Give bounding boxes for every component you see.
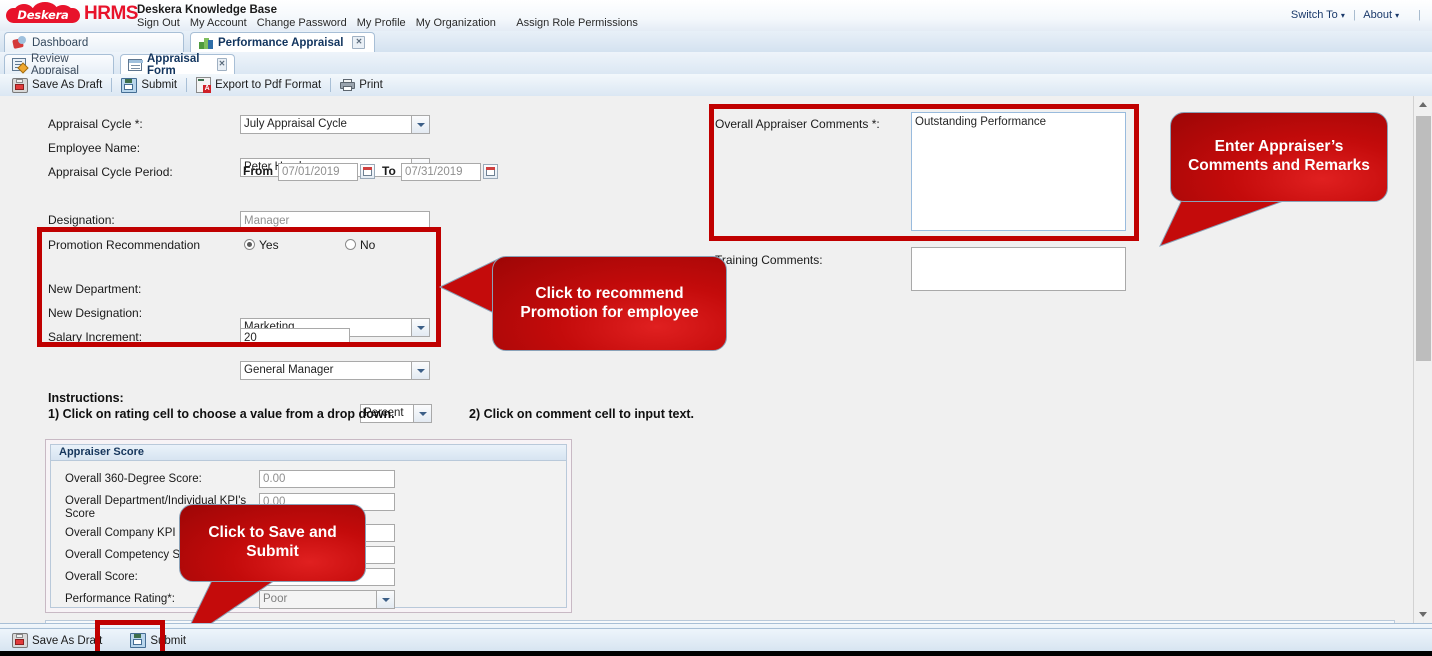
export-pdf-button[interactable]: Export to Pdf Format	[190, 76, 327, 94]
training-comments-textarea[interactable]	[911, 247, 1126, 291]
window-bottom-edge	[0, 651, 1432, 656]
print-button[interactable]: Print	[334, 76, 389, 94]
app-logo: Deskera HRMS	[6, 2, 138, 24]
nav-link-assign-role-permissions[interactable]: Assign Role Permissions	[516, 17, 638, 29]
app-title: Deskera Knowledge Base	[137, 4, 277, 16]
scrollbar-thumb[interactable]	[1416, 116, 1431, 361]
new-designation-value: General Manager	[244, 364, 334, 376]
appraisal-cycle-chevron-down-icon[interactable]	[411, 116, 429, 133]
export-pdf-label: Export to Pdf Format	[215, 79, 322, 91]
tab-performance-appraisal-close-icon[interactable]: ✕	[352, 36, 366, 49]
tab-appraisal-form[interactable]: Appraisal Form ✕	[120, 52, 235, 77]
performance-appraisal-icon	[199, 36, 213, 49]
tab-dashboard-label: Dashboard	[32, 36, 89, 49]
appraiser-comments-highlight-box	[709, 104, 1139, 241]
vertical-scrollbar[interactable]	[1413, 96, 1432, 623]
period-to-input[interactable]	[401, 163, 481, 181]
tab-dashboard[interactable]: Dashboard	[4, 32, 184, 52]
tab-performance-appraisal-label: Performance Appraisal	[218, 36, 344, 49]
toolbar-divider-1	[111, 78, 113, 92]
bottom-save-as-draft-button[interactable]: Save As Draft	[6, 632, 108, 650]
switch-to-chevron-down-icon[interactable]: ▾	[1341, 11, 1345, 20]
period-to-calendar-icon[interactable]	[483, 164, 498, 179]
tab-performance-appraisal[interactable]: Performance Appraisal ✕	[190, 32, 375, 52]
about-chevron-down-icon[interactable]: ▾	[1395, 11, 1399, 20]
print-label: Print	[359, 79, 383, 91]
save-as-draft-button[interactable]: Save As Draft	[6, 76, 108, 94]
period-to-label: To	[382, 164, 396, 178]
bottom-toolbar: Save As Draft Submit	[0, 628, 1432, 652]
training-comments-label: Training Comments:	[715, 253, 823, 267]
submit-icon	[121, 77, 138, 93]
callout-promotion: Click to recommend Promotion for employe…	[438, 253, 730, 358]
instructions-heading: Instructions:	[48, 391, 124, 405]
main-toolbar: Save As Draft Submit Export to Pdf Forma…	[0, 74, 1432, 97]
submit-label: Submit	[141, 79, 178, 91]
period-from-input[interactable]	[278, 163, 358, 181]
callout-appraiser-comments: Enter Appraiser’s Comments and Remarks	[1159, 106, 1400, 256]
appraisal-cycle-period-label: Appraisal Cycle Period:	[48, 165, 173, 179]
window-bottom-right-edge	[1414, 651, 1432, 656]
instructions-line-1: 1) Click on rating cell to choose a valu…	[48, 407, 395, 421]
new-designation-chevron-down-icon[interactable]	[411, 362, 429, 379]
primary-tab-bar: Dashboard Performance Appraisal ✕	[0, 31, 1432, 53]
tab-review-appraisal[interactable]: Review Appraisal	[4, 52, 114, 77]
nav-link-sign-out[interactable]: Sign Out	[137, 17, 180, 29]
designation-label: Designation:	[48, 213, 115, 227]
save-as-draft-label: Save As Draft	[32, 79, 103, 91]
about-menu[interactable]: About	[1363, 9, 1392, 21]
new-designation-select[interactable]: General Manager	[240, 361, 430, 380]
callout-save-submit-text: Click to Save and Submit	[179, 504, 366, 582]
score-row-label-4: Overall Score:	[65, 571, 138, 583]
logo-hrms-text: HRMS	[84, 3, 138, 24]
header-right-links: Switch To ▾ | About ▾ |	[1291, 9, 1426, 21]
deskera-cloud-logo-icon: Deskera	[6, 2, 80, 24]
secondary-tab-bar: Review Appraisal Appraisal Form ✕	[0, 52, 1432, 77]
period-from-calendar-icon[interactable]	[360, 164, 375, 179]
salary-increment-unit-chevron-down-icon[interactable]	[413, 405, 431, 422]
instructions-line-2: 2) Click on comment cell to input text.	[469, 407, 695, 421]
tab-appraisal-form-label: Appraisal Form	[147, 52, 200, 77]
nav-link-my-account[interactable]: My Account	[190, 17, 247, 29]
submit-button[interactable]: Submit	[115, 76, 183, 94]
appraisal-cycle-label: Appraisal Cycle *:	[48, 117, 143, 131]
employee-name-label: Employee Name:	[48, 141, 141, 155]
app-header: Deskera HRMS Deskera Knowledge Base Sign…	[0, 0, 1432, 32]
callout-save-submit: Click to Save and Submit	[176, 502, 386, 623]
nav-link-change-password[interactable]: Change Password	[257, 17, 347, 29]
nav-link-my-organization[interactable]: My Organization	[416, 17, 496, 29]
tab-review-appraisal-label: Review Appraisal	[31, 52, 79, 77]
form-content-area: Appraisal Cycle *: July Appraisal Cycle …	[0, 96, 1414, 623]
scroll-down-arrow-icon[interactable]	[1414, 606, 1432, 623]
callout-appraiser-comments-text: Enter Appraiser’s Comments and Remarks	[1170, 112, 1388, 202]
header-divider: |	[1352, 9, 1356, 21]
score-row-label-5: Performance Rating*:	[65, 593, 175, 605]
score-row-label-0: Overall 360-Degree Score:	[65, 473, 202, 485]
appraisal-form-icon	[128, 58, 143, 71]
appraisal-cycle-value: July Appraisal Cycle	[244, 118, 347, 130]
callout-promotion-text: Click to recommend Promotion for employe…	[492, 256, 727, 351]
bottom-save-as-draft-label: Save As Draft	[32, 634, 103, 647]
pdf-icon	[196, 77, 212, 93]
dashboard-icon	[12, 36, 27, 49]
header-divider-2: |	[1418, 9, 1421, 21]
period-from-label: From	[243, 164, 273, 178]
toolbar-divider-2	[186, 78, 188, 92]
switch-to-menu[interactable]: Switch To	[1291, 9, 1338, 21]
header-nav-links: Sign Out My Account Change Password My P…	[137, 17, 645, 29]
review-appraisal-icon	[12, 58, 26, 71]
score-input-0[interactable]	[259, 470, 395, 488]
nav-link-my-profile[interactable]: My Profile	[357, 17, 406, 29]
promotion-highlight-box	[37, 227, 441, 347]
tab-appraisal-form-close-icon[interactable]: ✕	[217, 58, 227, 71]
scroll-up-arrow-icon[interactable]	[1414, 96, 1432, 113]
appraiser-score-panel-title: Appraiser Score	[51, 445, 566, 461]
appraisal-cycle-select[interactable]: July Appraisal Cycle	[240, 115, 430, 134]
toolbar-divider-3	[330, 78, 332, 92]
logo-cloud-text: Deskera	[17, 8, 69, 22]
print-icon	[340, 79, 356, 91]
save-icon	[12, 77, 28, 93]
bottom-save-icon	[12, 633, 28, 648]
